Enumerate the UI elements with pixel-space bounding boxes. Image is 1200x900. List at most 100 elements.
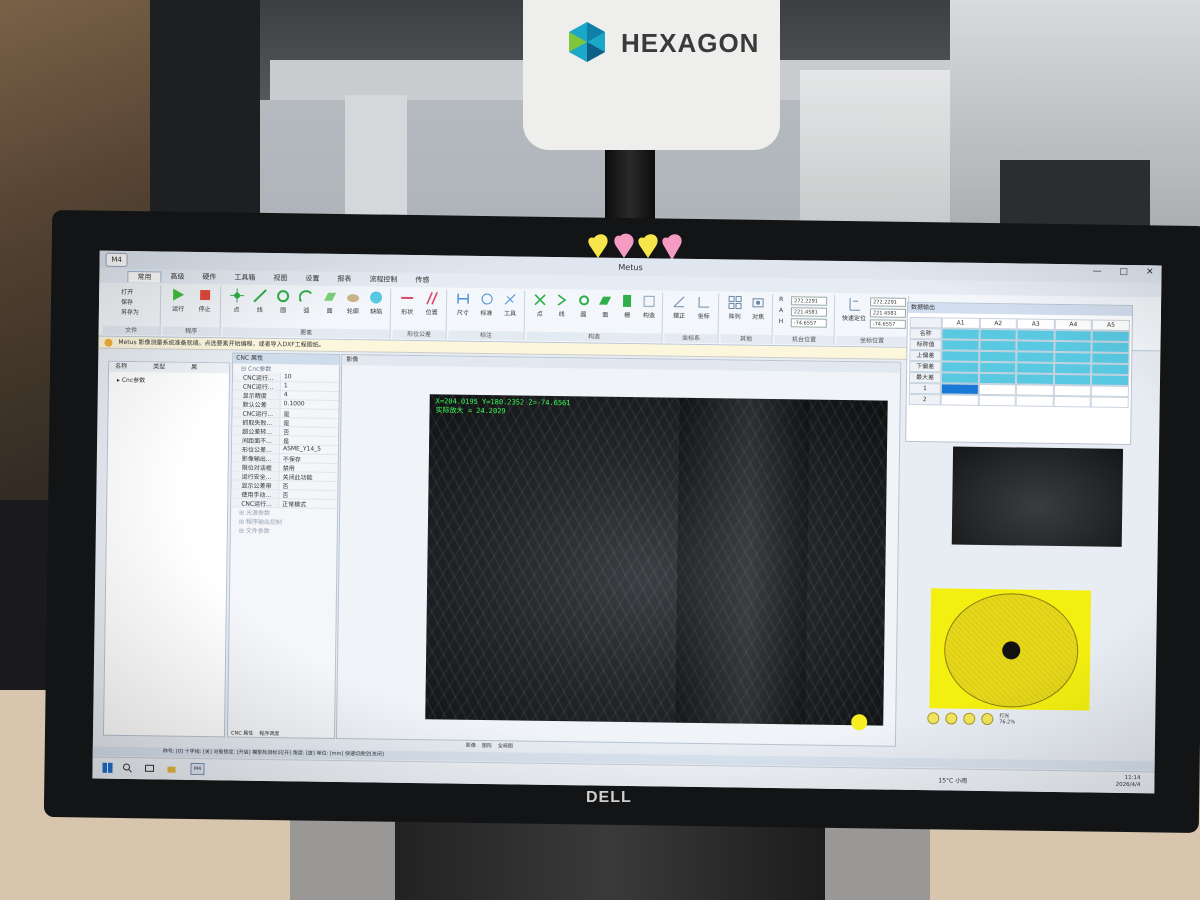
property-value[interactable]: 否 bbox=[279, 481, 288, 490]
property-value[interactable]: 否 bbox=[279, 490, 288, 499]
grid-cell[interactable] bbox=[941, 328, 980, 340]
machine-r-field[interactable]: 272.2291 bbox=[791, 296, 828, 306]
light-preset-4-icon[interactable] bbox=[981, 712, 994, 726]
light-preset-1-icon[interactable] bbox=[927, 712, 940, 725]
arc-feature-button[interactable]: 弧 bbox=[295, 289, 319, 315]
grid-cell[interactable] bbox=[940, 383, 979, 395]
grid-cell[interactable] bbox=[1015, 384, 1054, 396]
contour-feature-button[interactable]: 轮廓 bbox=[341, 290, 365, 315]
coord-x-field[interactable]: 272.2291 bbox=[870, 297, 907, 307]
standard-button[interactable]: 标准 bbox=[475, 292, 499, 317]
clock[interactable]: 11:14 2026/4/4 bbox=[1116, 775, 1141, 789]
property-value[interactable]: ASME_Y14_5 bbox=[280, 445, 321, 454]
weather-widget[interactable]: 15°C 小雨 bbox=[938, 775, 967, 784]
construct-button[interactable]: 构造 bbox=[638, 294, 660, 319]
grid-cell[interactable] bbox=[1091, 363, 1130, 375]
construct-line-button[interactable]: 线 bbox=[551, 293, 573, 318]
tab-flow-control[interactable]: 流程控制 bbox=[360, 274, 406, 285]
tab-report[interactable]: 报表 bbox=[328, 274, 360, 284]
coord-z-field[interactable]: -74.6557 bbox=[869, 319, 906, 329]
property-value[interactable]: 不保存 bbox=[280, 454, 301, 463]
align-button[interactable]: 摆正 bbox=[667, 295, 692, 320]
tab-common[interactable]: 常用 bbox=[127, 270, 162, 282]
open-button[interactable]: 打开 bbox=[121, 287, 133, 296]
grid-cell[interactable] bbox=[979, 328, 1017, 341]
grid-cell[interactable] bbox=[1091, 352, 1130, 364]
tab-hardware[interactable]: 硬件 bbox=[193, 272, 225, 282]
tab-sensor[interactable]: 传感 bbox=[406, 275, 438, 285]
grid-cell[interactable] bbox=[941, 361, 979, 373]
grid-cell[interactable] bbox=[1054, 340, 1092, 353]
grid-cell[interactable] bbox=[1053, 395, 1092, 408]
tab-graphic[interactable]: 图形 bbox=[482, 742, 492, 750]
plane-feature-button[interactable]: 面 bbox=[318, 290, 342, 315]
defect-feature-button[interactable]: 缺陷 bbox=[365, 290, 389, 316]
point-feature-button[interactable]: 点 bbox=[225, 288, 249, 314]
grid-cell[interactable] bbox=[978, 394, 1016, 407]
save-as-button[interactable]: 另存为 bbox=[121, 307, 139, 316]
grid-cell[interactable] bbox=[978, 350, 1017, 363]
grid-column-header[interactable]: A2 bbox=[979, 317, 1018, 330]
grid-cell[interactable] bbox=[941, 339, 980, 351]
grid-cell[interactable] bbox=[940, 372, 979, 384]
taskbar-app-metus[interactable]: M4 bbox=[190, 762, 205, 776]
circle-feature-button[interactable]: 圆 bbox=[271, 289, 295, 314]
form-button[interactable]: 形状 bbox=[395, 291, 420, 316]
grid-cell[interactable] bbox=[1053, 384, 1092, 397]
coordinate-button[interactable]: 坐标 bbox=[691, 295, 716, 320]
grid-cell[interactable] bbox=[1091, 385, 1129, 397]
property-value[interactable]: 是 bbox=[280, 436, 289, 445]
tab-program-schedule[interactable]: 程序调度 bbox=[259, 730, 279, 737]
machine-h-field[interactable]: -74.6557 bbox=[790, 318, 827, 328]
property-value[interactable]: 是 bbox=[280, 409, 289, 418]
grid-cell[interactable] bbox=[1091, 374, 1130, 386]
property-value[interactable]: 禁用 bbox=[280, 463, 295, 472]
property-value[interactable]: 关闭此功能 bbox=[280, 472, 313, 481]
grid-cell[interactable] bbox=[1016, 362, 1055, 374]
grid-cell[interactable] bbox=[1016, 340, 1055, 352]
machine-a-field[interactable]: 221.4581 bbox=[790, 307, 828, 317]
grid-cell[interactable] bbox=[1091, 330, 1130, 342]
windows-start-icon[interactable] bbox=[102, 762, 113, 773]
tree-item-cnc-params[interactable]: ▸ Cnc参数 bbox=[109, 375, 229, 386]
tab-global[interactable]: 全局图 bbox=[498, 742, 513, 750]
grid-cell[interactable] bbox=[1053, 373, 1092, 386]
light-preset-2-icon[interactable] bbox=[945, 712, 958, 725]
grid-column-header[interactable]: A5 bbox=[1092, 319, 1130, 331]
close-button[interactable]: ✕ bbox=[1146, 267, 1154, 277]
tab-cnc-props[interactable]: CNC 属性 bbox=[231, 729, 253, 736]
property-value[interactable]: 10 bbox=[281, 373, 292, 381]
position-button[interactable]: 位置 bbox=[419, 291, 444, 316]
property-value[interactable]: 是 bbox=[280, 418, 289, 427]
minimize-button[interactable]: — bbox=[1092, 266, 1101, 276]
tab-settings[interactable]: 设置 bbox=[296, 273, 328, 283]
array-button[interactable]: 阵列 bbox=[723, 295, 747, 321]
tool-button[interactable]: 工具 bbox=[498, 292, 522, 317]
grid-cell[interactable] bbox=[941, 350, 980, 362]
camera-view[interactable]: X=204.0195 Y=180.2352 Z=-74.6561 实际放大 = … bbox=[425, 394, 888, 726]
light-preset-3-icon[interactable] bbox=[963, 712, 976, 725]
grid-cell[interactable] bbox=[940, 394, 979, 406]
construct-circle-button[interactable]: 圆 bbox=[572, 293, 594, 318]
folder-icon[interactable] bbox=[166, 764, 176, 774]
grid-cell[interactable] bbox=[978, 361, 1017, 374]
grid-cell[interactable] bbox=[1016, 351, 1055, 363]
maximize-button[interactable]: □ bbox=[1119, 267, 1128, 277]
dimension-button[interactable]: 尺寸 bbox=[451, 292, 475, 317]
grid-cell[interactable] bbox=[978, 383, 1017, 396]
quick-position-button[interactable]: 快速定位 bbox=[839, 297, 869, 322]
property-value[interactable]: 0.1000 bbox=[281, 400, 305, 408]
tab-advanced[interactable]: 高级 bbox=[161, 271, 193, 281]
tab-toolbox[interactable]: 工具箱 bbox=[225, 272, 264, 283]
grid-column-header[interactable]: A3 bbox=[1016, 318, 1055, 330]
group-file[interactable]: ⊞ 文件参数 bbox=[231, 525, 337, 535]
property-value[interactable]: 否 bbox=[280, 427, 289, 436]
grid-cell[interactable] bbox=[1053, 362, 1092, 375]
grid-cell[interactable] bbox=[1091, 341, 1130, 353]
grid-cell[interactable] bbox=[1016, 329, 1055, 341]
grid-cell[interactable] bbox=[1091, 396, 1129, 408]
tab-image[interactable]: 影像 bbox=[466, 742, 476, 750]
task-view-icon[interactable] bbox=[144, 763, 155, 773]
property-value[interactable]: 1 bbox=[281, 382, 288, 390]
construct-plane-button[interactable]: 面 bbox=[594, 294, 616, 319]
